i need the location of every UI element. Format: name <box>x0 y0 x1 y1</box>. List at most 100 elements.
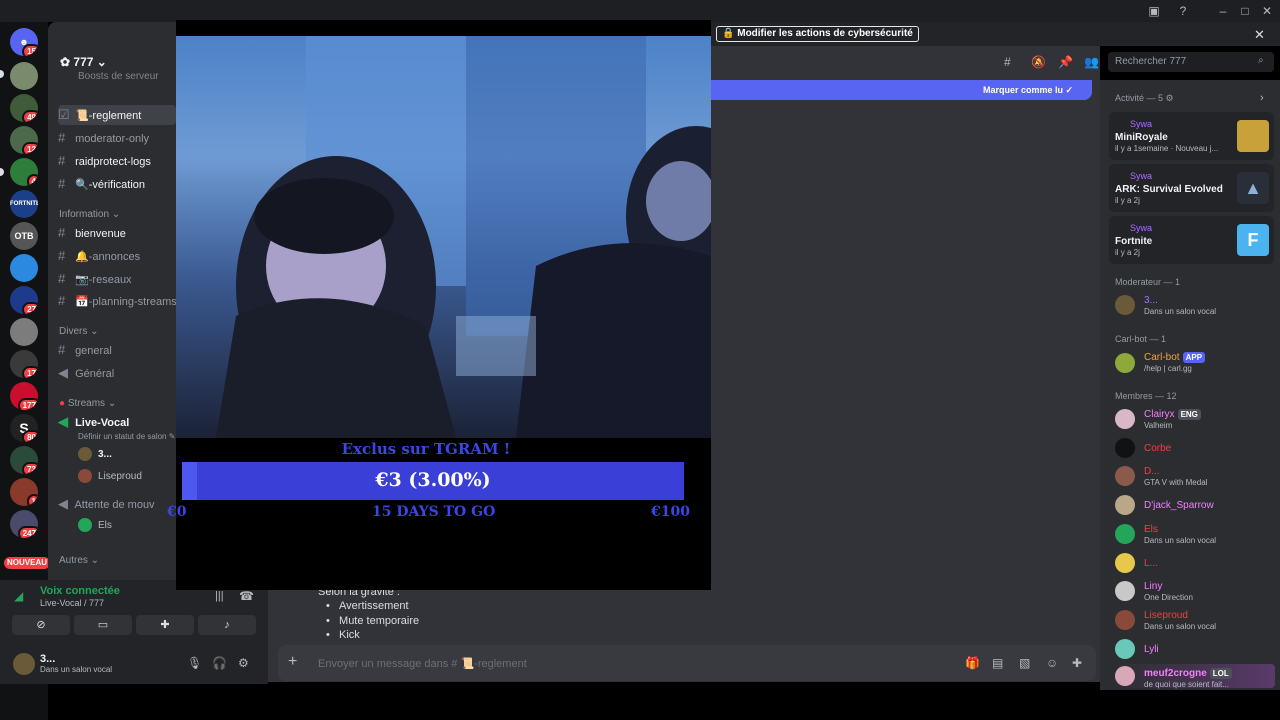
headphones-icon[interactable]: 🎧 <box>212 656 227 670</box>
channel-annonces[interactable]: # 🔔-annonces <box>58 246 176 266</box>
member-name[interactable]: Lyli <box>1144 644 1159 655</box>
server-icon[interactable]: 12 <box>10 126 38 154</box>
avatar[interactable] <box>1115 639 1135 659</box>
server-icon[interactable]: 17 <box>10 350 38 378</box>
channel-status[interactable]: Définir un statut de salon ✎ <box>78 432 175 441</box>
avatar[interactable] <box>1115 466 1135 486</box>
member-name[interactable]: Liny <box>1144 581 1162 592</box>
channel-verification[interactable]: # 🔍-vérification <box>58 174 176 194</box>
member-list-icon[interactable]: 👥 <box>1084 55 1099 69</box>
help-icon[interactable]: ? <box>1175 3 1191 19</box>
channel-general[interactable]: # general <box>58 340 176 360</box>
category-streams[interactable]: ● Streams ⌄ <box>59 398 116 409</box>
noise-suppression-icon[interactable]: ||| <box>215 590 224 602</box>
microphone-icon[interactable]: 🎙 <box>187 656 202 670</box>
member-name[interactable]: D... <box>1144 466 1160 477</box>
avatar[interactable] <box>1115 353 1135 373</box>
avatar[interactable] <box>1115 495 1135 515</box>
voice-user[interactable]: Liseproud <box>78 469 142 485</box>
avatar[interactable] <box>1115 581 1135 601</box>
gif-icon[interactable]: ▤ <box>992 656 1003 670</box>
avatar[interactable] <box>1115 295 1135 315</box>
member-name[interactable]: L... <box>1144 558 1158 569</box>
server-icon[interactable] <box>10 254 38 282</box>
voice-user[interactable]: Els <box>78 518 112 534</box>
lock-icon: 🔒 <box>722 28 735 39</box>
server-icon[interactable]: 247 <box>10 510 38 538</box>
cybersecurity-button[interactable]: 🔒 Modifier les actions de cybersécurité <box>716 26 919 42</box>
avatar[interactable] <box>1115 438 1135 458</box>
stream-video[interactable] <box>176 36 711 438</box>
server-header[interactable]: ✿ 777 ⌄ <box>60 55 107 69</box>
close-icon[interactable]: ✕ <box>1259 3 1275 19</box>
threads-icon[interactable]: # <box>1004 55 1011 69</box>
member-name[interactable]: meuf2crogne LOL <box>1144 668 1232 679</box>
category-divers[interactable]: Divers ⌄ <box>59 326 99 337</box>
maximize-icon[interactable]: □ <box>1237 3 1253 19</box>
notifications-muted-icon[interactable]: 🔕 <box>1031 55 1046 69</box>
search-icon[interactable]: ⌕ <box>1258 55 1264 66</box>
activities-button[interactable]: ✚ <box>136 615 194 635</box>
disconnect-icon[interactable]: ☎ <box>239 589 254 603</box>
server-icon[interactable]: 177 <box>10 382 38 410</box>
search-input[interactable]: Rechercher 777 <box>1108 52 1274 72</box>
member-name[interactable]: Corbe <box>1144 443 1171 454</box>
voice-channel-live-vocal[interactable]: ◀ Live-Vocal <box>58 412 176 432</box>
avatar[interactable] <box>1115 409 1135 429</box>
inbox-icon[interactable]: ▣ <box>1146 3 1162 19</box>
camera-off-button[interactable]: ⊘ <box>12 615 70 635</box>
server-icon[interactable] <box>10 62 38 90</box>
pinned-messages-icon[interactable]: 📌 <box>1058 55 1073 69</box>
avatar[interactable] <box>13 653 35 675</box>
member-name[interactable]: Els <box>1144 524 1158 535</box>
category-information[interactable]: Information ⌄ <box>59 209 120 220</box>
channel-moderator-only[interactable]: # moderator-only <box>58 128 176 148</box>
server-icon[interactable] <box>10 318 38 346</box>
member-name[interactable]: Clairyx ENG <box>1144 409 1201 420</box>
server-icon-fortnite[interactable]: FORTNITE <box>10 190 38 218</box>
sticker-icon[interactable]: ▧ <box>1019 656 1030 670</box>
voice-channel-attente[interactable]: ◀ Attente de mouv <box>58 494 176 514</box>
avatar[interactable] <box>1115 524 1135 544</box>
screen-share-button[interactable]: ▭ <box>74 615 132 635</box>
member-name[interactable]: 3... <box>1144 295 1158 306</box>
server-icon[interactable]: 4 <box>10 158 38 186</box>
soundboard-button[interactable]: ♪ <box>198 615 256 635</box>
direct-messages-button[interactable]: ☻ 15 <box>10 28 38 56</box>
server-icon[interactable]: 73 <box>10 446 38 474</box>
member-name[interactable]: Liseproud <box>1144 610 1188 621</box>
attach-plus-icon[interactable]: + <box>288 653 297 671</box>
message-input[interactable]: Envoyer un message dans # 📜-reglement <box>318 657 527 670</box>
gift-icon[interactable]: 🎁 <box>965 656 980 670</box>
voice-channel-general[interactable]: ◀ Général <box>58 363 176 383</box>
channel-reglement[interactable]: ☑ 📜-reglement <box>58 105 176 125</box>
server-icon-otb[interactable]: OTB <box>10 222 38 250</box>
message-bullet: • Kick <box>326 629 360 641</box>
close-icon[interactable]: ✕ <box>1254 27 1265 43</box>
current-user-name[interactable]: 3... <box>40 653 55 665</box>
settings-gear-icon[interactable]: ⚙ <box>238 656 249 670</box>
avatar[interactable] <box>1115 610 1135 630</box>
server-icon-s[interactable]: S 80 <box>10 414 38 442</box>
mark-as-read-button[interactable]: Marquer comme lu ✓ <box>983 85 1073 96</box>
avatar[interactable] <box>1115 666 1135 686</box>
server-icon[interactable]: 27 <box>10 286 38 314</box>
channel-planning-streams[interactable]: # 📅-planning-streams <box>58 291 176 311</box>
voice-connected-title[interactable]: Voix connectée <box>40 585 120 597</box>
voice-connected-channel[interactable]: Live-Vocal / 777 <box>40 598 104 608</box>
voice-user[interactable]: 3... <box>78 447 112 463</box>
boost-progress[interactable]: Boosts de serveur <box>78 71 159 81</box>
category-autres[interactable]: Autres ⌄ <box>59 555 99 566</box>
apps-icon[interactable]: ✚ <box>1072 656 1082 670</box>
avatar[interactable] <box>1115 553 1135 573</box>
member-name[interactable]: Carl-bot APP <box>1144 352 1206 363</box>
emoji-icon[interactable]: ☺ <box>1046 656 1058 670</box>
channel-reseaux[interactable]: # 📷-reseaux <box>58 269 176 289</box>
server-icon[interactable]: 1 <box>10 478 38 506</box>
minimize-icon[interactable]: – <box>1215 3 1231 19</box>
chevron-right-icon[interactable]: › <box>1260 92 1264 104</box>
channel-bienvenue[interactable]: # bienvenue <box>58 223 176 243</box>
channel-raidprotect-logs[interactable]: # raidprotect-logs <box>58 151 176 171</box>
server-icon[interactable]: 49 <box>10 94 38 122</box>
member-name[interactable]: D'jack_Sparrow <box>1144 500 1214 511</box>
